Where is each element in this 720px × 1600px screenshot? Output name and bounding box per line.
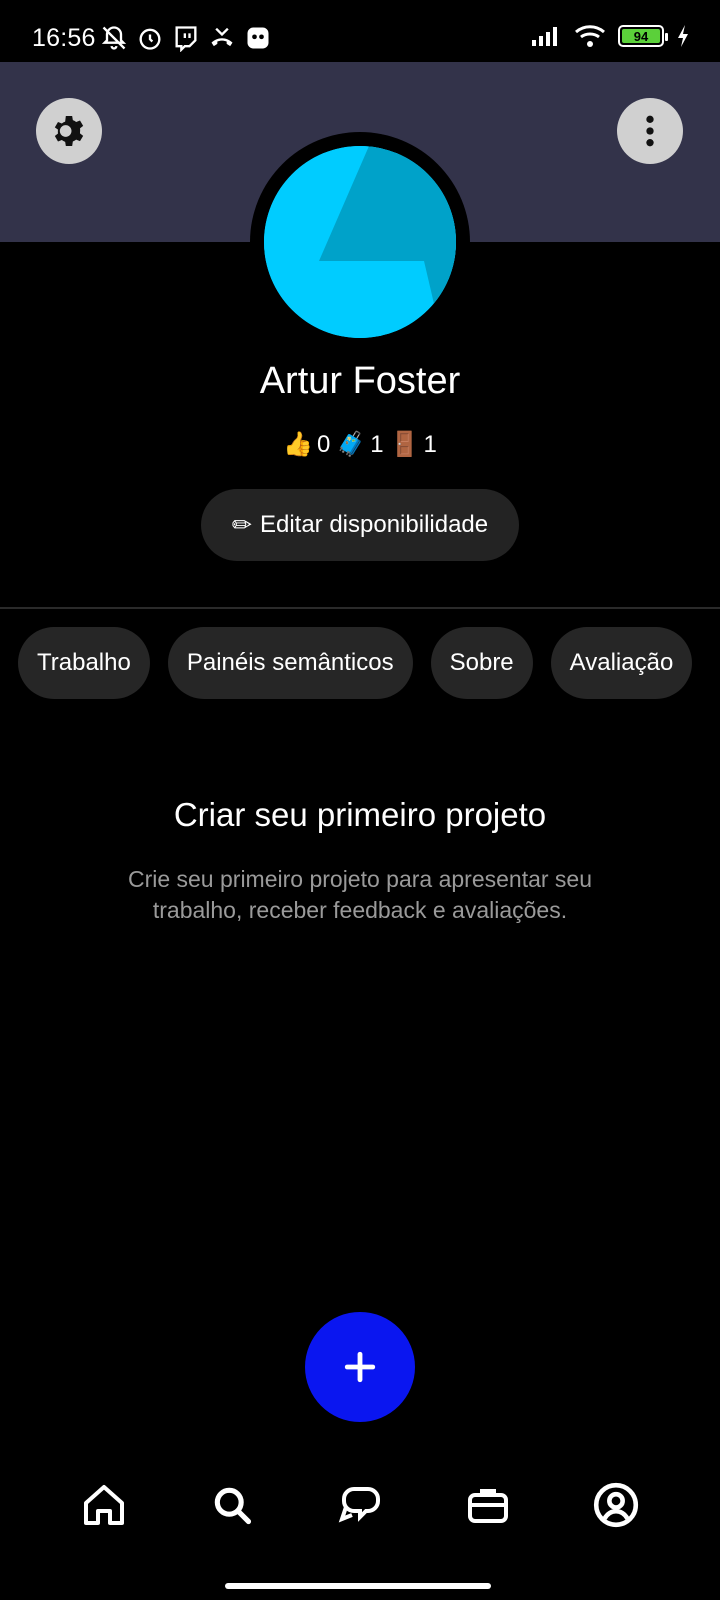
thumbs-up-icon: 👍 <box>283 431 314 458</box>
briefcase-icon <box>468 1489 508 1523</box>
add-project-button[interactable] <box>305 1312 415 1422</box>
bell-off-icon <box>101 26 127 50</box>
profile-tabs: Trabalho Painéis semânticos Sobre Avalia… <box>18 627 720 699</box>
profile-icon <box>593 1482 639 1528</box>
bottom-navigation <box>0 1460 720 1550</box>
notification-icons <box>100 24 272 52</box>
nav-messages[interactable] <box>330 1475 390 1535</box>
edit-availability-label: Editar disponibilidade <box>259 511 489 538</box>
profile-name: Artur Foster <box>259 360 461 402</box>
wifi-icon <box>575 25 605 47</box>
status-bar: 16:56 94 <box>0 0 720 62</box>
more-options-button[interactable] <box>617 98 683 164</box>
doors-count: 1 <box>423 430 437 458</box>
doors-stat: 🚪 1 <box>390 430 437 459</box>
home-indicator[interactable] <box>225 1583 491 1589</box>
avatar[interactable] <box>264 146 456 338</box>
search-icon <box>214 1487 252 1525</box>
system-icons: 94 <box>530 24 690 48</box>
tab-sobre[interactable]: Sobre <box>430 627 533 699</box>
status-time: 16:56 <box>32 24 96 52</box>
plus-icon <box>344 1351 376 1383</box>
avatar-image <box>264 146 456 338</box>
empty-state-title: Criar seu primeiro projeto <box>173 796 547 833</box>
missed-call-icon <box>211 27 233 47</box>
luggage-icon: 🧳 <box>336 431 367 458</box>
tab-trabalho[interactable]: Trabalho <box>18 627 150 699</box>
tab-paineis-semanticos[interactable]: Painéis semânticos <box>167 627 413 699</box>
nav-jobs[interactable] <box>458 1475 518 1535</box>
signal-icon <box>532 27 557 46</box>
tab-avaliacao[interactable]: Avaliação <box>550 627 693 699</box>
battery-level: 94 <box>622 29 660 44</box>
twitch-icon <box>175 26 197 52</box>
more-vertical-icon <box>646 115 654 147</box>
empty-state-description: Crie seu primeiro projeto para apresenta… <box>127 866 593 923</box>
door-icon: 🚪 <box>389 431 420 458</box>
app-notification-icon <box>247 27 269 49</box>
home-icon <box>84 1485 124 1525</box>
pencil-icon: ✏ <box>231 511 252 539</box>
alarm-icon <box>139 28 161 50</box>
charging-icon <box>678 25 688 47</box>
profile-stats: 👍 0 🧳 1 🚪 1 <box>0 430 720 459</box>
battery-icon: 94 <box>618 25 668 47</box>
settings-button[interactable] <box>36 98 102 164</box>
nav-search[interactable] <box>202 1475 262 1535</box>
nav-home[interactable] <box>74 1475 134 1535</box>
likes-count: 0 <box>317 430 331 458</box>
edit-availability-button[interactable]: ✏ Editar disponibilidade <box>201 489 519 561</box>
projects-count: 1 <box>370 430 384 458</box>
gear-icon <box>54 116 84 146</box>
divider <box>0 607 720 609</box>
projects-stat: 🧳 1 <box>336 430 383 459</box>
chat-icon <box>338 1487 380 1523</box>
likes-stat: 👍 0 <box>283 430 330 459</box>
nav-profile[interactable] <box>586 1475 646 1535</box>
